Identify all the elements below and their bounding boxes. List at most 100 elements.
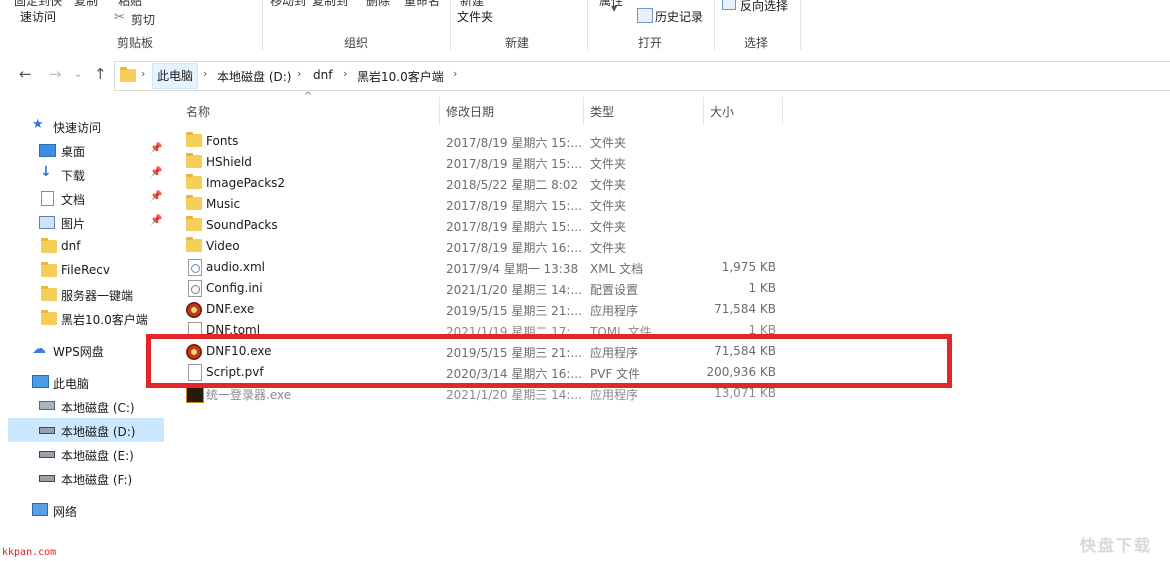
file-type: 文件夹 [590, 241, 627, 255]
delete-button[interactable]: 删除 [366, 0, 390, 9]
nav-label: 网络 [53, 505, 78, 519]
cut-button[interactable]: 剪切 [131, 11, 155, 28]
nav-item-server[interactable]: 服务器一键端 [8, 282, 164, 306]
file-date: 2017/8/19 星期六 15:... [446, 136, 582, 150]
column-divider[interactable] [583, 97, 584, 125]
nav-item-documents[interactable]: 文档 📌 [8, 186, 164, 210]
clipboard-group-label: 剪贴板 [117, 36, 154, 50]
pin-icon[interactable]: 📌 [150, 215, 162, 226]
copy-button[interactable]: 复制 [74, 0, 98, 9]
file-name: Config.ini [206, 281, 263, 295]
nav-wps-drive[interactable]: ☁ WPS网盘 [8, 338, 164, 362]
file-size: 71,584 KB [714, 302, 776, 316]
column-divider[interactable] [782, 97, 783, 125]
file-row[interactable]: Config.ini 2021/1/20 星期三 14:... 配置设置 1 K… [180, 278, 780, 299]
column-header-date[interactable]: 修改日期 [446, 103, 494, 120]
column-divider[interactable] [439, 97, 440, 125]
pin-icon[interactable]: 📌 [150, 191, 162, 202]
file-date: 2017/8/19 星期六 15:... [446, 157, 582, 171]
breadcrumb-current-folder[interactable]: 黑岩10.0客户端 [357, 68, 444, 85]
recent-locations-chevron-icon[interactable]: ⌄ [74, 67, 82, 83]
folder-icon [41, 286, 57, 301]
history-button[interactable]: 历史记录 [655, 8, 703, 25]
ribbon-divider [450, 0, 451, 50]
file-row[interactable]: SoundPacks 2017/8/19 星期六 15:... 文件夹 [180, 215, 780, 236]
nav-label: 本地磁盘 (F:) [61, 473, 133, 487]
nav-drive-d[interactable]: 本地磁盘 (D:) [8, 418, 164, 442]
pin-icon[interactable]: 📌 [150, 143, 162, 154]
forward-arrow-icon[interactable]: → [49, 66, 62, 82]
file-date: 2021/1/20 星期三 14:... [446, 388, 582, 402]
column-header-size[interactable]: 大小 [710, 103, 734, 120]
file-name: audio.xml [206, 260, 265, 274]
address-bar[interactable]: › 此电脑 › 本地磁盘 (D:) › dnf › 黑岩10.0客户端 › [114, 61, 1170, 91]
nav-item-client[interactable]: 黑岩10.0客户端 [8, 306, 164, 330]
column-divider[interactable] [703, 97, 704, 125]
chevron-right-icon[interactable]: › [453, 67, 457, 80]
file-date: 2017/8/19 星期六 15:... [446, 220, 582, 234]
rename-button[interactable]: 重命名 [404, 0, 440, 9]
breadcrumb-dnf[interactable]: dnf [313, 68, 332, 82]
up-arrow-icon[interactable]: ↑ [94, 66, 107, 82]
nav-label: 服务器一键端 [61, 289, 134, 303]
star-icon: ★ [32, 117, 44, 132]
nav-drive-e[interactable]: 本地磁盘 (E:) [8, 442, 164, 466]
nav-label: 下载 [61, 169, 86, 183]
watermark-left: kkpan.com [2, 547, 57, 558]
back-arrow-icon[interactable]: ← [19, 66, 32, 82]
chevron-right-icon[interactable]: › [297, 67, 301, 80]
dnf-app-icon [186, 302, 202, 318]
nav-item-filerecv[interactable]: FileRecv [8, 258, 164, 282]
nav-drive-c[interactable]: 本地磁盘 (C:) [8, 394, 164, 418]
file-row[interactable]: Music 2017/8/19 星期六 15:... 文件夹 [180, 194, 780, 215]
picture-icon [39, 216, 55, 229]
nav-this-pc[interactable]: 此电脑 [8, 370, 164, 394]
download-icon: ↓ [40, 164, 52, 180]
column-header-name[interactable]: 名称 [186, 103, 210, 120]
nav-network[interactable]: 网络 [8, 498, 164, 522]
file-type: 文件夹 [590, 136, 627, 150]
file-row[interactable]: audio.xml 2017/9/4 星期一 13:38 XML 文档 1,97… [180, 257, 780, 278]
breadcrumb-drive-d[interactable]: 本地磁盘 (D:) [217, 68, 291, 85]
file-row[interactable]: HShield 2017/8/19 星期六 15:... 文件夹 [180, 152, 780, 173]
folder-icon [186, 153, 202, 168]
paste-button[interactable]: 粘贴 [118, 0, 142, 9]
folder-icon [186, 216, 202, 231]
file-type: XML 文档 [590, 262, 644, 276]
invert-selection-icon [722, 0, 736, 10]
cloud-icon: ☁ [32, 341, 46, 357]
file-name: SoundPacks [206, 218, 278, 232]
folder-icon [120, 67, 136, 82]
nav-item-pictures[interactable]: 图片 📌 [8, 210, 164, 234]
nav-drive-f[interactable]: 本地磁盘 (F:) [8, 466, 164, 490]
chevron-right-icon[interactable]: › [141, 67, 145, 80]
file-name: Fonts [206, 134, 239, 148]
nav-item-downloads[interactable]: ↓ 下载 📌 [8, 162, 164, 186]
file-row[interactable]: DNF.exe 2019/5/15 星期三 21:... 应用程序 71,584… [180, 299, 780, 320]
column-header-type[interactable]: 类型 [590, 103, 614, 120]
navigation-pane: ★ 快速访问 桌面 📌 ↓ 下载 📌 文档 📌 图片 📌 dnf FileRec… [0, 96, 166, 561]
move-to-button[interactable]: 移动到 [270, 0, 306, 9]
nav-item-desktop[interactable]: 桌面 📌 [8, 138, 164, 162]
file-type: 文件夹 [590, 178, 627, 192]
nav-label: WPS网盘 [53, 345, 104, 359]
breadcrumb-this-pc[interactable]: 此电脑 [152, 63, 199, 89]
pin-icon[interactable]: 📌 [150, 167, 162, 178]
chevron-right-icon[interactable]: › [343, 67, 347, 80]
file-row[interactable]: ImagePacks2 2018/5/22 星期二 8:02 文件夹 [180, 173, 780, 194]
nav-label: 本地磁盘 (E:) [61, 449, 134, 463]
chevron-right-icon[interactable]: › [203, 67, 207, 80]
drive-icon [39, 475, 55, 482]
invert-selection-button[interactable]: 反向选择 [740, 0, 788, 14]
file-row[interactable]: Video 2017/8/19 星期六 16:... 文件夹 [180, 236, 780, 257]
pin-quick-access-label[interactable]: 速访问 [20, 8, 56, 25]
file-size: 1 KB [748, 281, 776, 295]
new-folder-button[interactable]: 文件夹 [457, 8, 493, 25]
highlight-box [146, 334, 952, 388]
nav-item-dnf[interactable]: dnf [8, 234, 164, 258]
nav-quick-access[interactable]: ★ 快速访问 [8, 114, 164, 138]
sort-ascending-icon: ^ [304, 91, 313, 102]
file-row[interactable]: Fonts 2017/8/19 星期六 15:... 文件夹 [180, 131, 780, 152]
copy-to-button[interactable]: 复制到 [312, 0, 348, 9]
file-name: DNF.exe [206, 302, 255, 316]
